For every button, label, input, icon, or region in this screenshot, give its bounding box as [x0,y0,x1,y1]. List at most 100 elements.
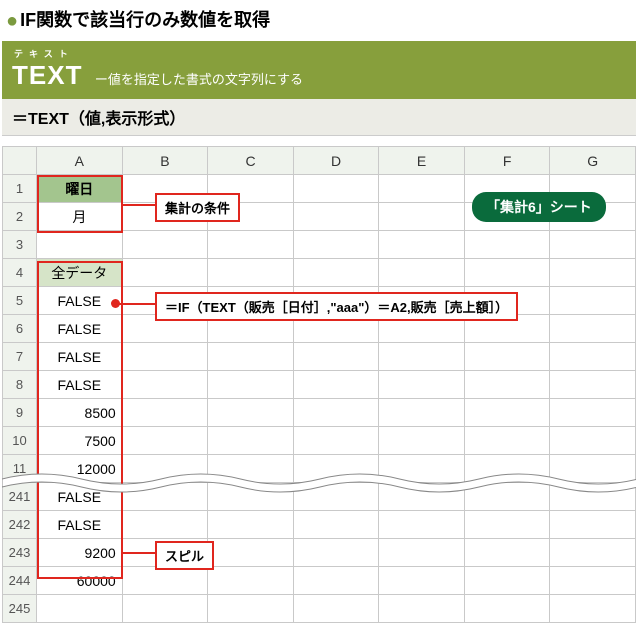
cell[interactable] [464,259,550,287]
col-header[interactable]: E [379,147,465,175]
cell[interactable] [379,371,465,399]
row-header[interactable]: 9 [3,399,37,427]
cell[interactable] [293,343,379,371]
cell[interactable]: FALSE [36,483,122,511]
cell[interactable] [208,483,294,511]
corner-cell[interactable] [3,147,37,175]
cell[interactable] [464,539,550,567]
cell[interactable] [208,399,294,427]
row-header[interactable]: 7 [3,343,37,371]
cell[interactable] [550,315,636,343]
cell[interactable] [36,595,122,623]
row-header[interactable]: 10 [3,427,37,455]
cell[interactable] [293,231,379,259]
cell[interactable]: 8500 [36,399,122,427]
cell[interactable] [550,427,636,455]
col-header[interactable]: G [550,147,636,175]
row-header[interactable]: 11 [3,455,37,483]
cell[interactable]: 7500 [36,427,122,455]
cell[interactable] [208,511,294,539]
cell[interactable]: FALSE [36,343,122,371]
cell[interactable] [293,595,379,623]
cell[interactable] [293,427,379,455]
row-header[interactable]: 243 [3,539,37,567]
cell[interactable]: FALSE [36,315,122,343]
cell[interactable] [379,567,465,595]
cell[interactable] [379,455,465,483]
cell[interactable] [208,343,294,371]
cell[interactable] [464,595,550,623]
cell[interactable] [379,175,465,203]
row-header[interactable]: 241 [3,483,37,511]
cell[interactable] [122,371,208,399]
col-header[interactable]: A [36,147,122,175]
cell[interactable] [208,539,294,567]
col-header[interactable]: B [122,147,208,175]
cell[interactable] [550,399,636,427]
cell[interactable] [122,231,208,259]
cell[interactable] [208,427,294,455]
row-header[interactable]: 5 [3,287,37,315]
col-header[interactable]: F [464,147,550,175]
cell[interactable] [293,259,379,287]
cell[interactable] [464,511,550,539]
cell[interactable] [208,455,294,483]
cell[interactable] [379,231,465,259]
row-header[interactable]: 245 [3,595,37,623]
row-header[interactable]: 2 [3,203,37,231]
cell[interactable]: 12000 [36,455,122,483]
cell[interactable] [293,511,379,539]
cell[interactable]: FALSE [36,511,122,539]
cell[interactable]: FALSE [36,287,122,315]
cell[interactable] [379,399,465,427]
cell[interactable]: 60000 [36,567,122,595]
col-header[interactable]: C [208,147,294,175]
cell[interactable]: 月 [36,203,122,231]
cell[interactable] [122,567,208,595]
cell[interactable] [550,539,636,567]
cell[interactable] [550,455,636,483]
cell[interactable] [208,231,294,259]
cell[interactable] [208,259,294,287]
cell[interactable] [122,455,208,483]
cell[interactable] [379,343,465,371]
cell[interactable] [550,567,636,595]
cell[interactable] [550,371,636,399]
cell[interactable] [464,427,550,455]
cell[interactable] [122,427,208,455]
cell[interactable] [293,175,379,203]
cell[interactable] [379,259,465,287]
cell[interactable] [122,343,208,371]
cell[interactable] [208,595,294,623]
row-header[interactable]: 1 [3,175,37,203]
cell[interactable] [464,399,550,427]
row-header[interactable]: 3 [3,231,37,259]
cell[interactable] [550,483,636,511]
cell[interactable]: 9200 [36,539,122,567]
cell[interactable] [122,595,208,623]
row-header[interactable]: 8 [3,371,37,399]
cell[interactable] [122,259,208,287]
cell[interactable] [208,567,294,595]
cell[interactable]: 曜日 [36,175,122,203]
cell[interactable] [208,371,294,399]
cell[interactable] [550,595,636,623]
cell[interactable] [293,483,379,511]
row-header[interactable]: 242 [3,511,37,539]
cell[interactable] [550,287,636,315]
cell[interactable] [379,595,465,623]
cell[interactable] [293,203,379,231]
cell[interactable] [464,231,550,259]
cell[interactable] [379,539,465,567]
row-header[interactable]: 4 [3,259,37,287]
cell[interactable] [464,567,550,595]
cell[interactable] [379,203,465,231]
cell[interactable] [36,231,122,259]
cell[interactable] [550,343,636,371]
cell[interactable] [379,483,465,511]
cell[interactable] [293,455,379,483]
cell[interactable] [379,427,465,455]
cell[interactable] [464,455,550,483]
cell[interactable] [122,511,208,539]
cell[interactable] [550,259,636,287]
